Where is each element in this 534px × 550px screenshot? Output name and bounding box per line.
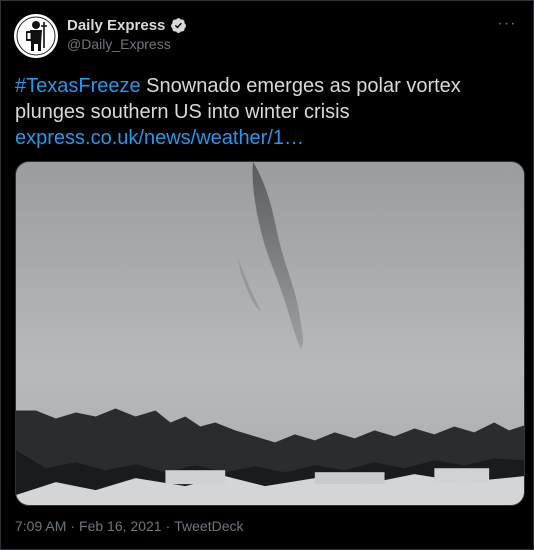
verified-badge-icon — [170, 17, 187, 34]
tweet-date[interactable]: Feb 16, 2021 — [79, 518, 162, 534]
tweet-media-image[interactable] — [15, 161, 525, 506]
more-options-icon[interactable]: ··· — [495, 12, 519, 36]
name-row: Daily Express — [67, 17, 187, 34]
tweet-card: Daily Express @Daily_Express ··· #TexasF… — [0, 0, 534, 550]
crusader-logo-icon — [14, 14, 58, 58]
tweet-source[interactable]: TweetDeck — [174, 518, 243, 534]
snownado-photo-icon — [16, 162, 524, 505]
meta-separator: · — [70, 518, 76, 534]
avatar[interactable] — [14, 14, 58, 58]
display-name[interactable]: Daily Express — [67, 17, 165, 34]
article-link[interactable]: express.co.uk/news/weather/1… — [15, 127, 304, 149]
user-handle[interactable]: @Daily_Express — [67, 36, 171, 52]
hashtag-link[interactable]: #TexasFreeze — [15, 75, 141, 97]
tweet-meta: 7:09 AM · Feb 16, 2021 · TweetDeck — [15, 518, 243, 534]
tweet-text: #TexasFreeze Snownado emerges as polar v… — [15, 73, 515, 151]
meta-separator: · — [165, 518, 171, 534]
tweet-text-line2: plunges southern US into winter crisis — [15, 101, 350, 123]
tweet-time[interactable]: 7:09 AM — [15, 518, 66, 534]
tweet-text-line1: Snownado emerges as polar vortex — [140, 75, 461, 97]
